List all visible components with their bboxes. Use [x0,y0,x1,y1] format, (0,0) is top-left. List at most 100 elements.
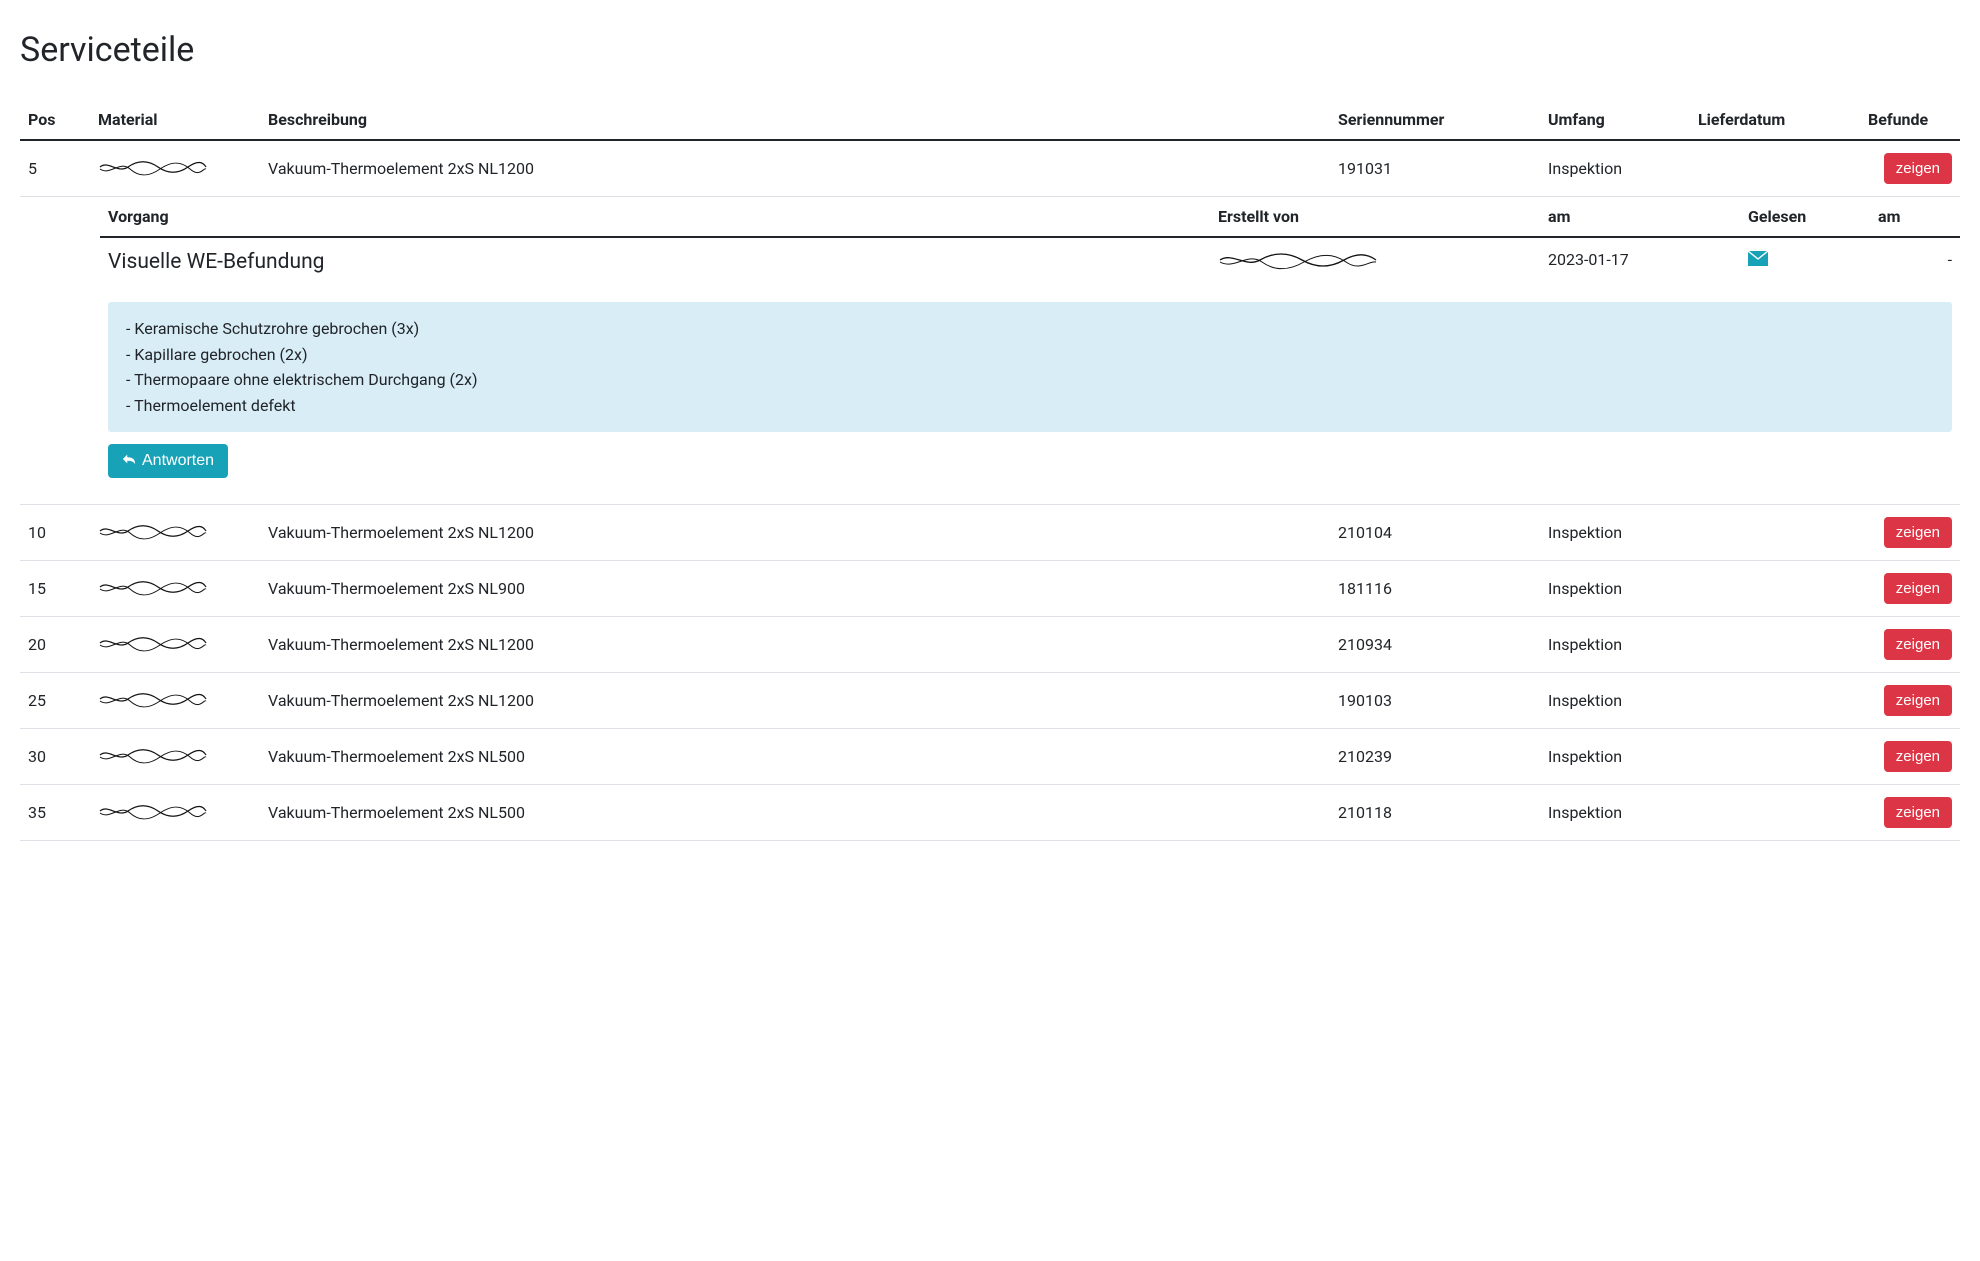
cell-lieferdatum [1690,785,1860,841]
redacted-material-icon [98,690,208,708]
page-title: Serviceteile [20,30,1960,70]
table-row: 30 Vakuum-Thermoelement 2xS NL500 210239… [20,729,1960,785]
cell-seriennummer: 190103 [1330,673,1540,729]
col-befunde: Befunde [1860,100,1960,140]
note-line: - Kapillare gebrochen (2x) [126,342,1934,368]
cell-material [90,729,260,785]
redacted-creator-icon [1218,250,1378,270]
table-row: 15 Vakuum-Thermoelement 2xS NL900 181116… [20,561,1960,617]
note-line: - Thermoelement defekt [126,393,1934,419]
cell-seriennummer: 191031 [1330,140,1540,197]
note-line: - Keramische Schutzrohre gebrochen (3x) [126,316,1934,342]
cell-pos: 5 [20,140,90,197]
redacted-material-icon [98,634,208,652]
redacted-material-icon [98,158,208,176]
envelope-icon[interactable] [1748,250,1768,271]
cell-material [90,140,260,197]
col-umfang: Umfang [1540,100,1690,140]
col-vorgang: Vorgang [100,197,1210,237]
cell-pos: 15 [20,561,90,617]
cell-lieferdatum [1690,505,1860,561]
col-beschreibung: Beschreibung [260,100,1330,140]
col-am: am [1540,197,1740,237]
col-gelesen: Gelesen [1740,197,1870,237]
cell-pos: 35 [20,785,90,841]
detail-table: Vorgang Erstellt von am Gelesen am Visue… [100,197,1960,490]
am2-value: - [1870,237,1960,286]
cell-pos: 20 [20,617,90,673]
col-erstellt-von: Erstellt von [1210,197,1540,237]
cell-beschreibung: Vakuum-Thermoelement 2xS NL900 [260,561,1330,617]
cell-material [90,617,260,673]
cell-beschreibung: Vakuum-Thermoelement 2xS NL500 [260,785,1330,841]
expanded-detail: Vorgang Erstellt von am Gelesen am Visue… [20,197,1960,505]
show-button[interactable]: zeigen [1884,741,1952,772]
col-seriennummer: Seriennummer [1330,100,1540,140]
cell-lieferdatum [1690,561,1860,617]
cell-beschreibung: Vakuum-Thermoelement 2xS NL1200 [260,673,1330,729]
table-row: 5 Vakuum-Thermoelement 2xS NL1200 191031… [20,140,1960,197]
cell-lieferdatum [1690,140,1860,197]
notes-box: - Keramische Schutzrohre gebrochen (3x) … [108,302,1952,432]
show-button[interactable]: zeigen [1884,517,1952,548]
cell-seriennummer: 210934 [1330,617,1540,673]
cell-befunde: zeigen [1860,729,1960,785]
show-button[interactable]: zeigen [1884,153,1952,184]
cell-umfang: Inspektion [1540,140,1690,197]
note-line: - Thermopaare ohne elektrischem Durchgan… [126,367,1934,393]
col-am2: am [1870,197,1960,237]
show-button[interactable]: zeigen [1884,797,1952,828]
cell-lieferdatum [1690,673,1860,729]
service-parts-table: Pos Material Beschreibung Seriennummer U… [20,100,1960,841]
cell-umfang: Inspektion [1540,673,1690,729]
gelesen-value [1740,237,1870,286]
cell-umfang: Inspektion [1540,617,1690,673]
cell-pos: 25 [20,673,90,729]
reply-button[interactable]: Antworten [108,444,228,478]
redacted-material-icon [98,578,208,596]
cell-material [90,561,260,617]
col-lieferdatum: Lieferdatum [1690,100,1860,140]
cell-umfang: Inspektion [1540,729,1690,785]
show-button[interactable]: zeigen [1884,685,1952,716]
cell-umfang: Inspektion [1540,561,1690,617]
cell-lieferdatum [1690,729,1860,785]
cell-seriennummer: 210118 [1330,785,1540,841]
cell-material [90,673,260,729]
redacted-material-icon [98,746,208,764]
cell-beschreibung: Vakuum-Thermoelement 2xS NL1200 [260,505,1330,561]
cell-lieferdatum [1690,617,1860,673]
show-button[interactable]: zeigen [1884,573,1952,604]
cell-befunde: zeigen [1860,505,1960,561]
redacted-material-icon [98,522,208,540]
cell-seriennummer: 181116 [1330,561,1540,617]
reply-icon [122,452,136,470]
cell-befunde: zeigen [1860,673,1960,729]
cell-umfang: Inspektion [1540,785,1690,841]
reply-label: Antworten [142,453,214,469]
table-row: 25 Vakuum-Thermoelement 2xS NL1200 19010… [20,673,1960,729]
col-pos: Pos [20,100,90,140]
cell-befunde: zeigen [1860,561,1960,617]
col-material: Material [90,100,260,140]
cell-seriennummer: 210239 [1330,729,1540,785]
am-value: 2023-01-17 [1540,237,1740,286]
cell-beschreibung: Vakuum-Thermoelement 2xS NL500 [260,729,1330,785]
cell-pos: 10 [20,505,90,561]
show-button[interactable]: zeigen [1884,629,1952,660]
cell-befunde: zeigen [1860,617,1960,673]
cell-befunde: zeigen [1860,785,1960,841]
cell-beschreibung: Vakuum-Thermoelement 2xS NL1200 [260,140,1330,197]
detail-row: Visuelle WE-Befundung 2023-01-17 - [100,237,1960,286]
cell-pos: 30 [20,729,90,785]
cell-seriennummer: 210104 [1330,505,1540,561]
cell-umfang: Inspektion [1540,505,1690,561]
cell-material [90,785,260,841]
table-row: 10 Vakuum-Thermoelement 2xS NL1200 21010… [20,505,1960,561]
table-row: 20 Vakuum-Thermoelement 2xS NL1200 21093… [20,617,1960,673]
erstellt-von-value [1210,237,1540,286]
vorgang-title: Visuelle WE-Befundung [108,250,324,274]
redacted-material-icon [98,802,208,820]
cell-beschreibung: Vakuum-Thermoelement 2xS NL1200 [260,617,1330,673]
table-row: 35 Vakuum-Thermoelement 2xS NL500 210118… [20,785,1960,841]
